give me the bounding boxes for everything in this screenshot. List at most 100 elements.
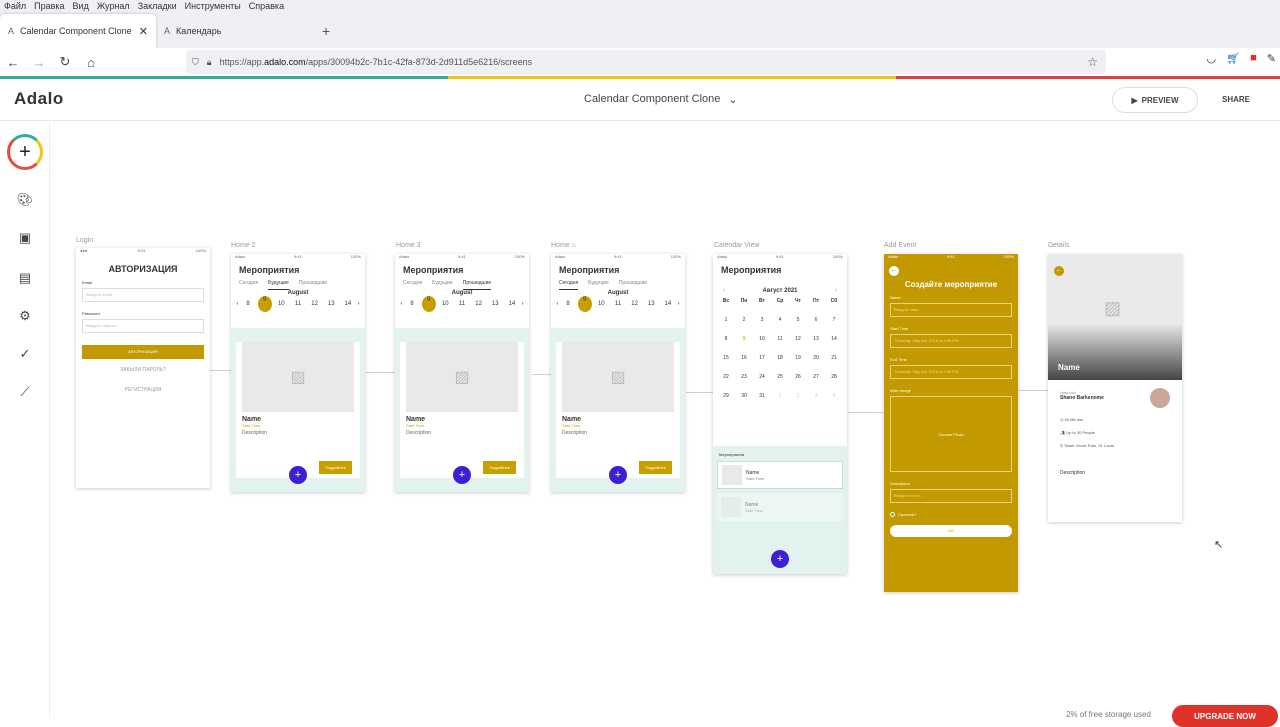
back-icon[interactable]: ← [1054,266,1064,276]
menu-tools[interactable]: Инструменты [185,1,241,11]
email-field[interactable]: Введите email... [82,288,204,302]
menu-help[interactable]: Справка [249,1,284,11]
calendar-day[interactable]: 16 [735,355,753,361]
calendar-day[interactable]: 27 [807,374,825,380]
calendar-day[interactable]: 28 [825,374,843,380]
screen-add-event[interactable]: Adalo 9:41 100% ← Создайте мероприятие Nam… [884,254,1018,592]
calendar-day[interactable]: 31 [753,393,771,399]
pen-icon[interactable]: ✎ [1267,52,1276,65]
calendar-day[interactable]: 8 [717,336,735,342]
login-button[interactable]: АВТОРИЗАЦИЯ [82,345,204,359]
start-time-field[interactable]: Thursday, May 4th, 2018 at 4:50 PM [890,334,1012,348]
password-field[interactable]: Введите пароль... [82,319,204,333]
week-strip[interactable]: ‹ 8 9 10 11 12 13 14 › [231,296,365,312]
calendar-day[interactable]: 22 [717,374,735,380]
details-button[interactable]: Подробнее [319,461,352,474]
calendar-day[interactable]: 4 [771,317,789,323]
calendar-day[interactable]: 7 [825,317,843,323]
screen-login[interactable]: ●●● 9:41 100% АВТОРИЗАЦИЯ Email Введите em… [76,248,210,488]
week-strip[interactable]: ‹ 8 9 10 11 12 13 14 › [395,296,529,312]
calendar-day[interactable]: 10 [753,336,771,342]
tab-past[interactable]: Прошедшие [299,280,327,290]
calendar-day[interactable]: 3 [753,317,771,323]
list-item[interactable]: Name Start Time [717,493,843,521]
add-event-fab[interactable]: + [453,466,471,484]
publish-check-icon[interactable]: ✓ [14,346,36,368]
address-bar[interactable]: ⛉ 🔒︎ https://app.adalo.com/apps/30094b2c… [186,50,1106,74]
menu-file[interactable]: Файл [4,1,26,11]
details-button[interactable]: Подробнее [639,461,672,474]
share-button[interactable]: SHARE [1222,95,1250,104]
tab-today[interactable]: Сегодня [403,280,422,290]
add-event-fab[interactable]: + [771,550,789,568]
calendar-day[interactable]: 29 [717,393,735,399]
calendar-day[interactable]: 24 [753,374,771,380]
add-event-fab[interactable]: + [289,466,307,484]
go-button[interactable]: GO [890,525,1012,537]
screen-calendar-view[interactable]: Adalo 9:41 100% Мероприятия ‹ Август 2021 › … [713,254,847,574]
screen-home-2[interactable]: Adalo 9:41 100% Мероприятия Сегодня Будущие… [231,254,365,492]
calendar-day[interactable]: 2 [735,317,753,323]
star-icon[interactable]: ☆ [1087,55,1098,69]
tab-upcoming[interactable]: Будущие [588,280,609,290]
cart-icon[interactable]: 🛒︎ [1226,52,1240,65]
end-time-field[interactable]: Thursday, May 4th, 2018 at 4:50 PM [890,365,1012,379]
name-field[interactable]: Введите имя... [890,303,1012,317]
preview-button[interactable]: ▶ PREVIEW [1112,87,1198,113]
calendar-day[interactable]: 18 [771,355,789,361]
back-icon[interactable]: ← [889,266,899,276]
back-icon[interactable]: ← [0,55,26,70]
calendar-day[interactable]: 17 [753,355,771,361]
analytics-icon[interactable]: ⟋ [14,384,36,406]
calendar-day[interactable]: 5 [789,317,807,323]
pocket-icon[interactable]: ◡ [1207,52,1217,65]
tab-today[interactable]: Сегодня [239,280,258,290]
calendar-day[interactable]: 14 [825,336,843,342]
app-title-dropdown[interactable]: Calendar Component Clone ⌄ [584,93,738,106]
calendar-day[interactable]: 11 [771,336,789,342]
close-icon[interactable]: ✕ [139,25,148,38]
calendar-day[interactable]: 21 [825,355,843,361]
register-link[interactable]: РЕГИСТРАЦИЯ [76,387,210,393]
screen-home-3[interactable]: Adalo 9:41 100% Мероприятия Сегодня Будущие… [395,254,529,492]
tab-today[interactable]: Сегодня [559,280,579,290]
reload-icon[interactable]: ↻ [52,54,78,70]
calendar-month-nav[interactable]: ‹ Август 2021 › [713,280,847,294]
home-icon[interactable]: ⌂ [78,55,104,70]
week-strip[interactable]: ‹ 8 9 10 11 12 13 14 › [551,296,685,312]
urgent-checkbox[interactable]: Срочное? [884,506,1018,517]
list-item[interactable]: Name Start Time [717,461,843,489]
palette-icon[interactable]: 🎨︎ [14,192,36,214]
event-card[interactable]: ▨ Name Start Time Description Подробнее [236,342,360,478]
event-card[interactable]: ▨ Name Start Time Description Подробнее [556,342,680,478]
tab-past[interactable]: Прошедшие [462,280,492,290]
details-button[interactable]: Подробнее [483,461,516,474]
menu-history[interactable]: Журнал [97,1,130,11]
calendar-day[interactable]: 19 [789,355,807,361]
settings-icon[interactable]: ⚙ [14,308,36,330]
calendar-day[interactable]: 20 [807,355,825,361]
add-component-button[interactable]: + [7,134,43,170]
calendar-day[interactable]: 2 [789,393,807,399]
forward-icon[interactable]: → [26,55,52,70]
menu-bookmarks[interactable]: Закладки [138,1,177,11]
calendar-day[interactable]: 26 [789,374,807,380]
forgot-password-link[interactable]: ЗАБЫЛИ ПАРОЛЬ? [76,367,210,373]
calendar-day[interactable]: 9 [735,336,753,342]
choose-photo-button[interactable]: Choose Photo [890,396,1012,472]
calendar-day[interactable]: 15 [717,355,735,361]
menu-edit[interactable]: Правка [34,1,64,11]
calendar-day[interactable]: 1 [717,317,735,323]
calendar-day[interactable]: 1 [771,393,789,399]
tab-upcoming[interactable]: Будущие [432,280,453,290]
calendar-day[interactable]: 3 [807,393,825,399]
calendar-day[interactable]: 13 [807,336,825,342]
new-tab-button[interactable]: + [312,14,340,48]
calendar-day[interactable]: 6 [807,317,825,323]
screens-icon[interactable]: ▣ [14,230,36,252]
screen-details[interactable]: ← ▨ Name Host info Shano Barkenome ◷ 00 … [1048,254,1182,522]
screen-home[interactable]: Adalo 9:41 100% Мероприятия Сегодня Будущие… [551,254,685,492]
add-event-fab[interactable]: + [609,466,627,484]
calendar-day[interactable]: 23 [735,374,753,380]
screens-canvas[interactable]: Login ●●● 9:41 100% АВТОРИЗАЦИЯ Email Введ… [50,122,1280,718]
